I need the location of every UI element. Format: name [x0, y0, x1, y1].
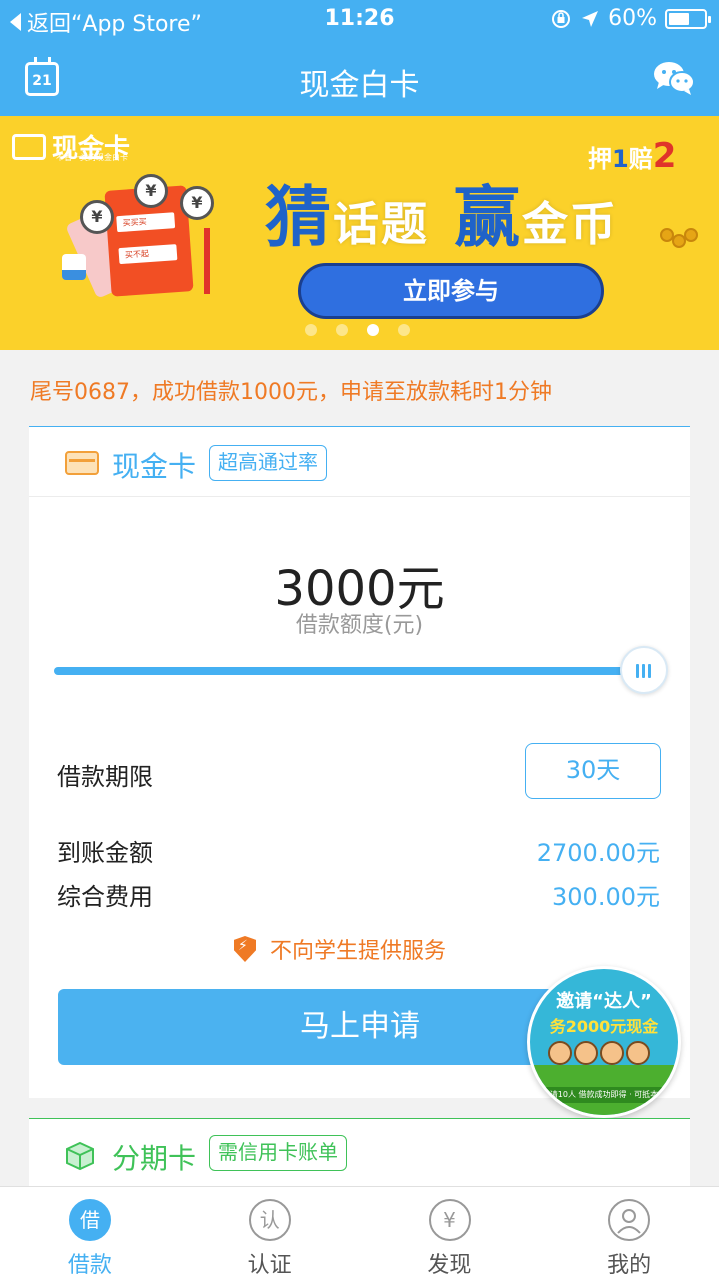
- verify-icon: 认: [248, 1199, 291, 1241]
- cup-icon: [62, 254, 86, 280]
- invite-promo-badge[interactable]: 邀请“达人” 务2000元现金 邀请10人 借款成功即得 · 可抵本息: [527, 966, 681, 1118]
- banner-logo-subtitle: 不管一类的现金白卡: [56, 153, 128, 162]
- battery-percent: 60%: [608, 6, 657, 31]
- wallet-icon: [65, 451, 99, 475]
- received-amount-value: 2700.00元: [536, 839, 660, 867]
- amount-slider-track[interactable]: [54, 667, 644, 675]
- tab-verify[interactable]: 认 认证: [180, 1187, 360, 1280]
- coin-icon: ¥: [80, 200, 114, 234]
- join-now-button[interactable]: 立即参与: [298, 263, 604, 319]
- carousel-dot[interactable]: [367, 324, 379, 336]
- carousel-dot[interactable]: [398, 324, 410, 336]
- status-bar: 返回“App Store” 11:26 60%: [0, 0, 719, 40]
- amount-slider-handle[interactable]: [620, 646, 668, 694]
- invite-title: 邀请“达人”: [556, 991, 652, 1012]
- banner-slogan: 猜话题 赢金币: [265, 179, 618, 256]
- shield-bolt-icon: [234, 936, 256, 962]
- term-selector-button[interactable]: 30天: [525, 743, 661, 799]
- pass-rate-badge: 超高通过率: [209, 445, 327, 481]
- cube-icon: [66, 1141, 94, 1171]
- nav-bar: 21 现金白卡: [0, 40, 719, 116]
- yen-icon: ¥: [428, 1199, 471, 1241]
- carousel-dot[interactable]: [305, 324, 317, 336]
- loan-amount-label: 借款额度(元): [295, 613, 424, 638]
- tab-bar: 借 借款 认 认证 ¥ 发现 我的: [0, 1186, 719, 1280]
- fee-label: 综合费用: [57, 883, 153, 911]
- promo-banner[interactable]: 现金卡 不管一类的现金白卡 买买买 买不起 ¥ ¥ ¥ 押1赔2 猜话题 赢金币…: [0, 116, 719, 350]
- warning-text: 不向学生提供服务: [270, 939, 447, 964]
- page-title: 现金白卡: [299, 68, 420, 103]
- invite-ribbon: 邀请10人 借款成功即得 · 可抵本息: [540, 1087, 668, 1103]
- character-illustration: [548, 1041, 650, 1065]
- coin-icon: ¥: [134, 174, 168, 208]
- loan-notice: 尾号0687，成功借款1000元，申请至放款耗时1分钟: [30, 380, 552, 405]
- gold-coin-icon: [684, 228, 698, 242]
- loan-icon: 借: [69, 1199, 111, 1241]
- location-arrow-icon: [582, 10, 599, 27]
- tab-discover[interactable]: ¥ 发现: [360, 1187, 540, 1280]
- card-icon: [12, 133, 46, 160]
- tab-label: 我的: [607, 1253, 652, 1278]
- tab-mine[interactable]: 我的: [539, 1187, 719, 1280]
- carousel-dot[interactable]: [336, 324, 348, 336]
- invite-reward: 务2000元现金: [549, 1017, 659, 1036]
- tab-label: 借款: [67, 1253, 112, 1278]
- card-header: 现金卡 超高通过率: [29, 427, 690, 497]
- carousel-dots[interactable]: [305, 324, 410, 336]
- term-label: 借款期限: [57, 763, 153, 791]
- credit-bill-badge: 需信用卡账单: [209, 1135, 347, 1171]
- card-name: 现金卡: [112, 450, 197, 483]
- user-icon: [608, 1199, 651, 1241]
- pen-icon: [204, 228, 210, 294]
- tab-label: 发现: [427, 1253, 472, 1278]
- student-warning: 不向学生提供服务: [234, 933, 446, 965]
- tab-label: 认证: [247, 1253, 292, 1278]
- battery-icon: [665, 8, 711, 29]
- phone-button-label: 买买买: [116, 212, 176, 233]
- fee-value: 300.00元: [552, 883, 660, 911]
- tab-loan[interactable]: 借 借款: [0, 1187, 180, 1280]
- coin-icon: ¥: [180, 186, 214, 220]
- installment-card-name: 分期卡: [112, 1142, 197, 1175]
- phone-button-label: 买不起: [118, 244, 178, 265]
- received-amount-label: 到账金额: [57, 839, 153, 867]
- wechat-icon[interactable]: [653, 60, 695, 96]
- orientation-lock-icon: [552, 9, 571, 28]
